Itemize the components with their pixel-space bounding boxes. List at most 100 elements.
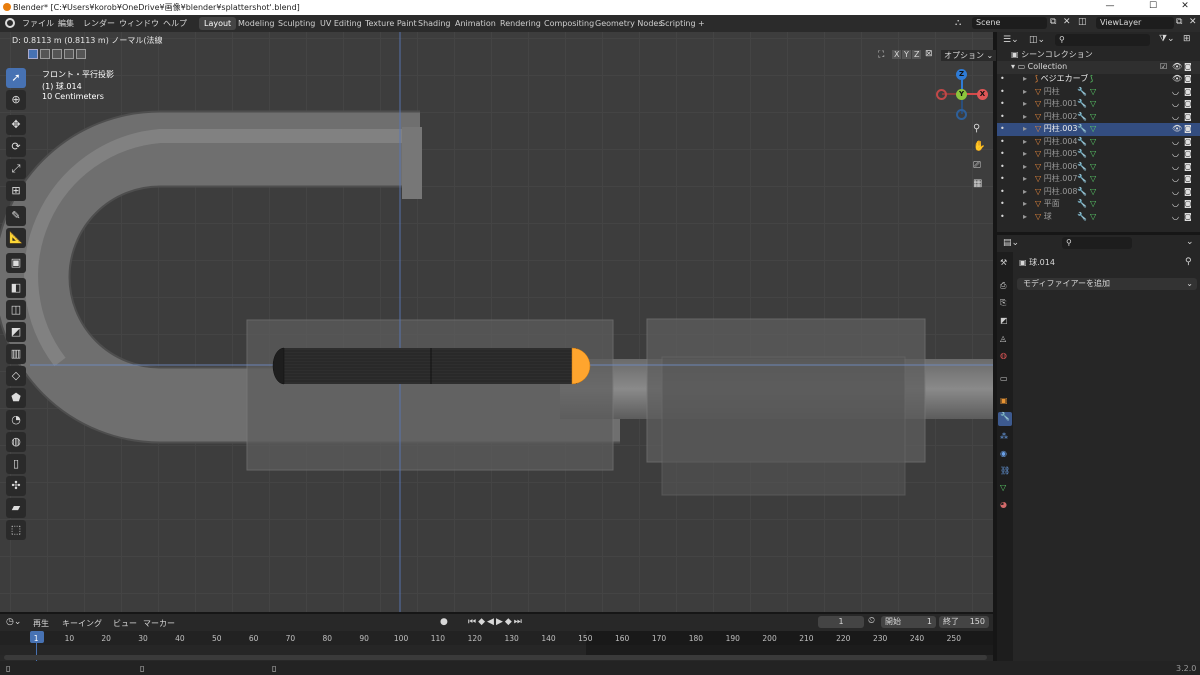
menu-file[interactable]: ファイル <box>22 18 54 29</box>
minimize-button[interactable]: — <box>1095 1 1125 14</box>
edge-slide-tool-icon[interactable]: ▯ <box>6 454 26 474</box>
gizmo-x-icon[interactable]: X <box>977 89 988 100</box>
expand-arrow-icon[interactable]: ▸ <box>1023 123 1027 135</box>
eye-icon[interactable]: 👁 <box>1172 61 1182 73</box>
gizmo-z-icon[interactable]: Z <box>956 69 967 80</box>
smooth-tool-icon[interactable]: ◍ <box>6 432 26 452</box>
new-collection-icon[interactable]: ⊞ <box>1183 34 1191 44</box>
camera-render-icon[interactable]: ◙ <box>1184 111 1192 123</box>
inset-tool-icon[interactable]: ◫ <box>6 300 26 320</box>
pan-hand-icon[interactable]: ✋ <box>973 141 985 152</box>
eye-icon[interactable]: ◡ <box>1172 111 1179 123</box>
camera-render-icon[interactable]: ◙ <box>1184 211 1192 223</box>
properties-editor-type-icon[interactable]: ▤⌄ <box>1003 238 1019 248</box>
outliner-item[interactable]: • ▸ ▽ 円柱.002 🔧 ▽ ◡ ◙ <box>997 111 1200 124</box>
mirror-y-button[interactable]: Y <box>902 50 911 59</box>
filter-icon[interactable]: ⧩⌄ <box>1159 34 1175 44</box>
outliner-item[interactable]: • ▸ ▽ 円柱.004 🔧 ▽ ◡ ◙ <box>997 136 1200 149</box>
shrink-tool-icon[interactable]: ✣ <box>6 476 26 496</box>
menu-edit[interactable]: 編集 <box>58 18 74 29</box>
add-workspace-button[interactable]: + <box>693 17 710 30</box>
properties-search-input[interactable]: ⚲ <box>1062 237 1132 249</box>
menu-help[interactable]: ヘルプ <box>163 18 187 29</box>
scene-field[interactable]: Scene <box>972 17 1047 29</box>
modifier-tab-icon[interactable]: 🔧 <box>998 412 1012 426</box>
select-mode-new-icon[interactable] <box>28 49 38 59</box>
current-frame-field[interactable]: 1 <box>818 616 864 628</box>
world-tab-icon[interactable]: ◍ <box>1000 351 1007 360</box>
tab-uv-editing[interactable]: UV Editing <box>315 17 367 30</box>
collection-row[interactable]: ▾ ▭ Collection ☑ 👁 ◙ <box>997 61 1200 74</box>
eye-icon[interactable]: ◡ <box>1172 198 1179 210</box>
rotate-tool-icon[interactable]: ⟳ <box>6 137 26 157</box>
rip-tool-icon[interactable]: ⬚ <box>6 520 26 540</box>
outliner-item[interactable]: • ▸ ▽ 円柱 🔧 ▽ ◡ ◙ <box>997 86 1200 99</box>
view-layer-field[interactable]: ViewLayer <box>1096 17 1174 29</box>
tab-animation[interactable]: Animation <box>450 17 501 30</box>
view-layer-tab-icon[interactable]: ◩ <box>1000 316 1008 325</box>
camera-render-icon[interactable]: ◙ <box>1184 123 1192 135</box>
polybuild-tool-icon[interactable]: ⬟ <box>6 388 26 408</box>
outliner-item[interactable]: • ▸ ▽ 円柱.008 🔧 ▽ ◡ ◙ <box>997 186 1200 199</box>
physics-tab-icon[interactable]: ◉ <box>1000 449 1007 458</box>
particles-tab-icon[interactable]: ⁂ <box>1000 432 1008 441</box>
bevel-tool-icon[interactable]: ◩ <box>6 322 26 342</box>
camera-render-icon[interactable]: ◙ <box>1184 136 1192 148</box>
knife-tool-icon[interactable]: ◇ <box>6 366 26 386</box>
checkbox-icon[interactable]: ☑ <box>1160 61 1167 73</box>
outliner-item[interactable]: • ▸ ▽ 円柱.006 🔧 ▽ ◡ ◙ <box>997 161 1200 174</box>
outliner-item[interactable]: • ▸ ▽ 円柱.001 🔧 ▽ ◡ ◙ <box>997 98 1200 111</box>
camera-render-icon[interactable]: ◙ <box>1184 161 1192 173</box>
snap-icon[interactable]: ⊠ <box>925 49 933 59</box>
object-tab-icon[interactable]: ▣ <box>1000 396 1008 405</box>
editor-type-icon[interactable]: ☰⌄ <box>1003 35 1019 45</box>
select-tool-icon[interactable]: ➚ <box>6 68 26 88</box>
tab-sculpting[interactable]: Sculpting <box>273 17 320 30</box>
mirror-z-button[interactable]: Z <box>912 50 922 59</box>
scale-tool-icon[interactable]: ⤢ <box>6 159 26 179</box>
scene-tab-icon[interactable]: ◬ <box>1000 334 1006 343</box>
zoom-icon[interactable]: ⚲ <box>973 123 980 134</box>
camera-render-icon[interactable]: ◙ <box>1184 198 1192 210</box>
select-mode-invert-icon[interactable] <box>64 49 74 59</box>
select-mode-intersect-icon[interactable] <box>76 49 86 59</box>
blender-menu-icon[interactable] <box>5 18 15 28</box>
keying-menu[interactable]: キーイング <box>62 618 102 629</box>
tool-tab-icon[interactable]: ⚒ <box>1000 258 1007 267</box>
outliner-item[interactable]: • ▸ ▽ 平面 🔧 ▽ ◡ ◙ <box>997 198 1200 211</box>
eye-icon[interactable]: ◡ <box>1172 148 1179 160</box>
eye-icon[interactable]: ◡ <box>1172 211 1179 223</box>
outliner-search-input[interactable]: ⚲ <box>1055 34 1150 46</box>
gizmo-y-icon[interactable]: Y <box>956 89 967 100</box>
mirror-icon[interactable]: ⛶ <box>878 50 884 60</box>
outliner-item[interactable]: • ▸ ▽ 円柱.005 🔧 ▽ ◡ ◙ <box>997 148 1200 161</box>
tab-layout[interactable]: Layout <box>199 17 237 30</box>
cursor-tool-icon[interactable]: ⊕ <box>6 90 26 110</box>
pin-icon[interactable]: ⚲ <box>1185 257 1192 267</box>
expand-arrow-icon[interactable]: ▸ <box>1023 173 1027 185</box>
add-cube-tool-icon[interactable]: ▣ <box>6 253 26 273</box>
camera-render-icon[interactable]: ◙ <box>1184 148 1192 160</box>
camera-render-icon[interactable]: ◙ <box>1184 86 1192 98</box>
end-frame-field[interactable]: 終了 150 <box>939 616 989 628</box>
annotate-tool-icon[interactable]: ✎ <box>6 206 26 226</box>
timeline-editor-type-icon[interactable]: ◷⌄ <box>6 617 21 627</box>
eye-icon[interactable]: 👁 <box>1172 73 1182 85</box>
expand-arrow-icon[interactable]: ▸ <box>1023 111 1027 123</box>
camera-render-icon[interactable]: ◙ <box>1184 98 1192 110</box>
record-icon[interactable]: ● <box>440 617 448 627</box>
select-mode-extend-icon[interactable] <box>40 49 50 59</box>
eye-icon[interactable]: ◡ <box>1172 86 1179 98</box>
ortho-grid-icon[interactable]: ▦ <box>973 178 982 189</box>
outliner-item[interactable]: • ▸ ▽ 円柱.003 🔧 ▽ 👁 ◙ <box>997 123 1200 136</box>
outliner-item[interactable]: • ▸ ▽ 円柱.007 🔧 ▽ ◡ ◙ <box>997 173 1200 186</box>
camera-icon[interactable]: ⎚ <box>973 160 981 171</box>
expand-arrow-icon[interactable]: ▸ <box>1023 73 1027 85</box>
constraints-tab-icon[interactable]: ⛓ <box>1000 466 1010 475</box>
close-button[interactable]: ✕ <box>1170 1 1200 14</box>
select-mode-subtract-icon[interactable] <box>52 49 62 59</box>
eye-icon[interactable]: ◡ <box>1172 136 1179 148</box>
camera-render-icon[interactable]: ◙ <box>1184 186 1192 198</box>
expand-arrow-icon[interactable]: ▸ <box>1023 136 1027 148</box>
shear-tool-icon[interactable]: ▰ <box>6 498 26 518</box>
